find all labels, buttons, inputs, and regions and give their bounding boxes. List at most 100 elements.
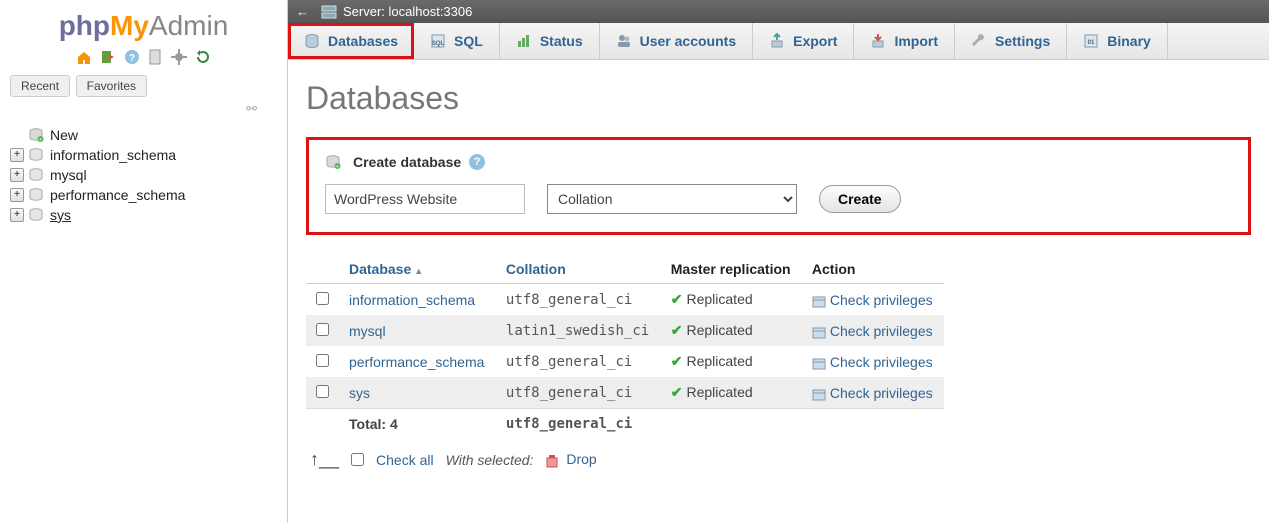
logout-icon[interactable] <box>100 49 116 65</box>
page-title: Databases <box>306 80 1251 117</box>
svg-text:+: + <box>39 137 42 142</box>
row-collation: latin1_swedish_ci <box>496 315 661 346</box>
check-privileges-link[interactable]: Check privileges <box>830 385 933 401</box>
check-privileges-link[interactable]: Check privileges <box>830 323 933 339</box>
with-selected-label: With selected: <box>446 452 534 468</box>
row-checkbox[interactable] <box>316 385 329 398</box>
collation-select[interactable]: Collation <box>547 184 797 214</box>
db-name-link[interactable]: performance_schema <box>349 354 484 370</box>
tree-new[interactable]: + New <box>10 125 277 145</box>
import-icon <box>870 33 886 49</box>
check-icon: ✔ <box>671 384 683 400</box>
row-replication: ✔Replicated <box>661 315 802 346</box>
help-icon[interactable]: ? <box>124 49 140 65</box>
tree-new-label: New <box>50 127 78 143</box>
new-database-icon: + <box>325 155 341 169</box>
wrench-icon <box>971 33 987 49</box>
row-checkbox[interactable] <box>316 323 329 336</box>
tree-item-sys[interactable]: + sys <box>10 205 277 225</box>
check-all-checkbox[interactable] <box>351 453 364 466</box>
row-collation: utf8_general_ci <box>496 284 661 316</box>
expand-icon[interactable]: + <box>10 168 24 182</box>
col-collation[interactable]: Collation <box>506 261 566 277</box>
row-checkbox[interactable] <box>316 292 329 305</box>
col-replication: Master replication <box>661 255 802 284</box>
home-icon[interactable] <box>76 49 92 65</box>
check-icon: ✔ <box>671 353 683 369</box>
settings-icon[interactable] <box>171 49 187 65</box>
privileges-icon <box>812 388 826 400</box>
tab-import[interactable]: Import <box>854 23 955 59</box>
footer-collation: utf8_general_ci <box>496 409 661 440</box>
tree-item-mysql[interactable]: + mysql <box>10 165 277 185</box>
database-icon <box>304 33 320 49</box>
topbar: ← Server: localhost:3306 <box>288 0 1269 23</box>
tab-sql[interactable]: SQL SQL <box>414 23 500 59</box>
svg-text:+: + <box>336 164 339 169</box>
export-icon <box>769 33 785 49</box>
server-icon <box>321 5 337 19</box>
total-label: Total: 4 <box>339 409 496 440</box>
check-icon: ✔ <box>671 322 683 338</box>
docs-icon[interactable] <box>147 49 163 65</box>
tab-settings[interactable]: Settings <box>955 23 1067 59</box>
logo: phpMyAdmin <box>10 4 277 46</box>
row-collation: utf8_general_ci <box>496 377 661 409</box>
row-replication: ✔Replicated <box>661 284 802 316</box>
tab-user-accounts[interactable]: User accounts <box>600 23 753 59</box>
favorites-tab[interactable]: Favorites <box>76 75 147 97</box>
database-icon <box>28 208 44 222</box>
expand-icon[interactable]: + <box>10 208 24 222</box>
tab-databases[interactable]: Databases <box>288 23 414 59</box>
drop-action[interactable]: Drop <box>545 451 596 467</box>
database-name-input[interactable] <box>325 184 525 214</box>
table-row: information_schema utf8_general_ci✔Replic… <box>306 284 944 316</box>
main: ← Server: localhost:3306 Databases SQL S… <box>288 0 1269 523</box>
col-database[interactable]: Database▲ <box>349 261 423 277</box>
col-action: Action <box>802 255 944 284</box>
db-name-link[interactable]: mysql <box>349 323 386 339</box>
databases-table: Database▲ Collation Master replication A… <box>306 255 944 439</box>
create-button[interactable]: Create <box>819 185 901 213</box>
privileges-icon <box>812 326 826 338</box>
create-database-heading: Create database <box>353 154 461 170</box>
tree-item-information-schema[interactable]: + information_schema <box>10 145 277 165</box>
back-arrow-icon[interactable]: ← <box>296 4 309 19</box>
check-privileges-link[interactable]: Check privileges <box>830 292 933 308</box>
expand-icon[interactable]: + <box>10 188 24 202</box>
sql-icon: SQL <box>430 33 446 49</box>
svg-text:SQL: SQL <box>432 41 445 47</box>
main-tabs: Databases SQL SQL Status User accounts E… <box>288 23 1269 60</box>
svg-text:01: 01 <box>1088 40 1095 46</box>
privileges-icon <box>812 357 826 369</box>
status-icon <box>516 33 532 49</box>
reload-icon[interactable] <box>195 49 211 65</box>
bulk-actions: ↑__ Check all With selected: Drop <box>306 439 1251 480</box>
tab-export[interactable]: Export <box>753 23 854 59</box>
select-arrow-icon: ↑__ <box>310 449 339 470</box>
binary-icon: 01 <box>1083 33 1099 49</box>
check-all-label[interactable]: Check all <box>376 452 434 468</box>
sidebar: phpMyAdmin ? Recent Favorites ⚯ + New + … <box>0 0 288 523</box>
database-icon <box>28 188 44 202</box>
row-replication: ✔Replicated <box>661 377 802 409</box>
database-icon <box>28 168 44 182</box>
db-name-link[interactable]: sys <box>349 385 370 401</box>
tab-status[interactable]: Status <box>500 23 600 59</box>
help-icon[interactable]: ? <box>469 154 485 170</box>
database-icon <box>28 148 44 162</box>
check-privileges-link[interactable]: Check privileges <box>830 354 933 370</box>
table-row: performance_schemautf8_general_ci✔Replic… <box>306 346 944 377</box>
users-icon <box>616 33 632 49</box>
db-name-link[interactable]: information_schema <box>349 292 475 308</box>
tree-item-performance-schema[interactable]: + performance_schema <box>10 185 277 205</box>
row-checkbox[interactable] <box>316 354 329 367</box>
tab-binary[interactable]: 01 Binary <box>1067 23 1168 59</box>
link-icon[interactable]: ⚯ <box>10 101 277 117</box>
create-database-panel: + Create database ? Collation Create <box>306 137 1251 235</box>
table-row: mysql latin1_swedish_ci✔Replicated Check p… <box>306 315 944 346</box>
recent-tab[interactable]: Recent <box>10 75 70 97</box>
expand-icon[interactable]: + <box>10 148 24 162</box>
svg-text:?: ? <box>129 53 135 64</box>
row-collation: utf8_general_ci <box>496 346 661 377</box>
